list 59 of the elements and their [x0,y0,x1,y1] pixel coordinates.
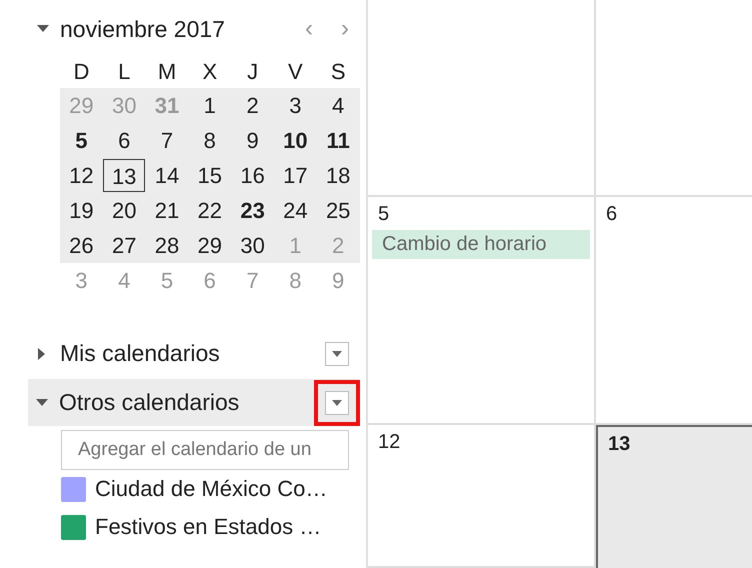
date-cell[interactable]: 23 [231,194,274,227]
weekday-label: S [330,59,347,85]
date-cell[interactable]: 1 [188,89,232,122]
date-cell[interactable]: 8 [188,124,232,157]
collapse-triangle-icon[interactable] [37,25,49,33]
weekday-label: J [246,59,260,85]
calendar-color-swatch[interactable] [61,476,86,502]
date-cell[interactable]: 12 [60,159,103,192]
calendar-name[interactable]: Festivos en Estados … [95,514,322,540]
date-cell[interactable]: 19 [60,194,103,227]
date-cell[interactable]: 9 [231,124,274,157]
day-number: 6 [605,203,618,226]
date-cell[interactable]: 27 [102,229,146,262]
date-cell[interactable]: 24 [274,194,317,227]
date-cell[interactable]: 13 [103,159,146,192]
day-number: 12 [377,431,400,454]
date-cell[interactable]: 18 [316,159,360,192]
date-cell[interactable]: 29 [188,229,232,262]
date-cell[interactable]: 2 [231,89,274,122]
dropdown-menu-icon[interactable] [325,390,349,414]
event-chip[interactable]: Cambio de horario [372,230,590,259]
day-cell[interactable]: 5 Cambio de horario [368,197,596,425]
date-cell[interactable]: 5 [60,124,103,157]
date-cell[interactable]: 20 [102,194,146,227]
date-cell[interactable]: 28 [146,229,188,262]
weekday-label: L [117,59,132,85]
date-cell[interactable]: 4 [316,89,360,122]
calendar-name[interactable]: Ciudad de México Co… [95,476,328,502]
date-cell[interactable]: 10 [274,124,317,157]
date-cell[interactable]: 3 [274,89,317,122]
day-cell[interactable] [368,0,596,197]
date-cell[interactable]: 22 [188,194,232,227]
date-cell[interactable]: 30 [231,229,274,262]
date-cell[interactable]: 11 [316,124,360,157]
section-header[interactable]: Otros calendarios [28,379,360,426]
weekday-label: D [72,59,90,85]
expand-triangle-icon[interactable] [38,348,46,360]
day-number: 13 [607,433,630,456]
weekday-label: X [201,59,218,85]
weekday-label: V [287,59,304,85]
date-cell[interactable]: 26 [60,229,103,262]
day-number: 5 [377,203,390,226]
date-cell[interactable]: 21 [146,194,188,227]
dropdown-menu-icon[interactable] [325,342,349,366]
date-cell[interactable]: 15 [188,159,232,192]
section-title: Mis calendarios [60,340,221,367]
collapse-triangle-icon[interactable] [36,398,48,406]
date-cell[interactable]: 7 [146,124,188,157]
calendar-color-swatch[interactable] [61,514,86,540]
add-calendar-field[interactable]: Agregar el calendario de un [61,430,349,470]
date-cell[interactable]: 25 [316,194,360,227]
date-cell[interactable]: 17 [274,159,317,192]
section-title: Otros calendarios [59,389,240,416]
weekday-label: M [156,59,178,85]
date-cell[interactable]: 16 [231,159,274,192]
day-cell[interactable]: 13 [596,425,752,568]
date-cell[interactable]: 14 [146,159,188,192]
month-title: noviembre 2017 [60,16,226,42]
date-cell[interactable]: 6 [102,124,146,157]
